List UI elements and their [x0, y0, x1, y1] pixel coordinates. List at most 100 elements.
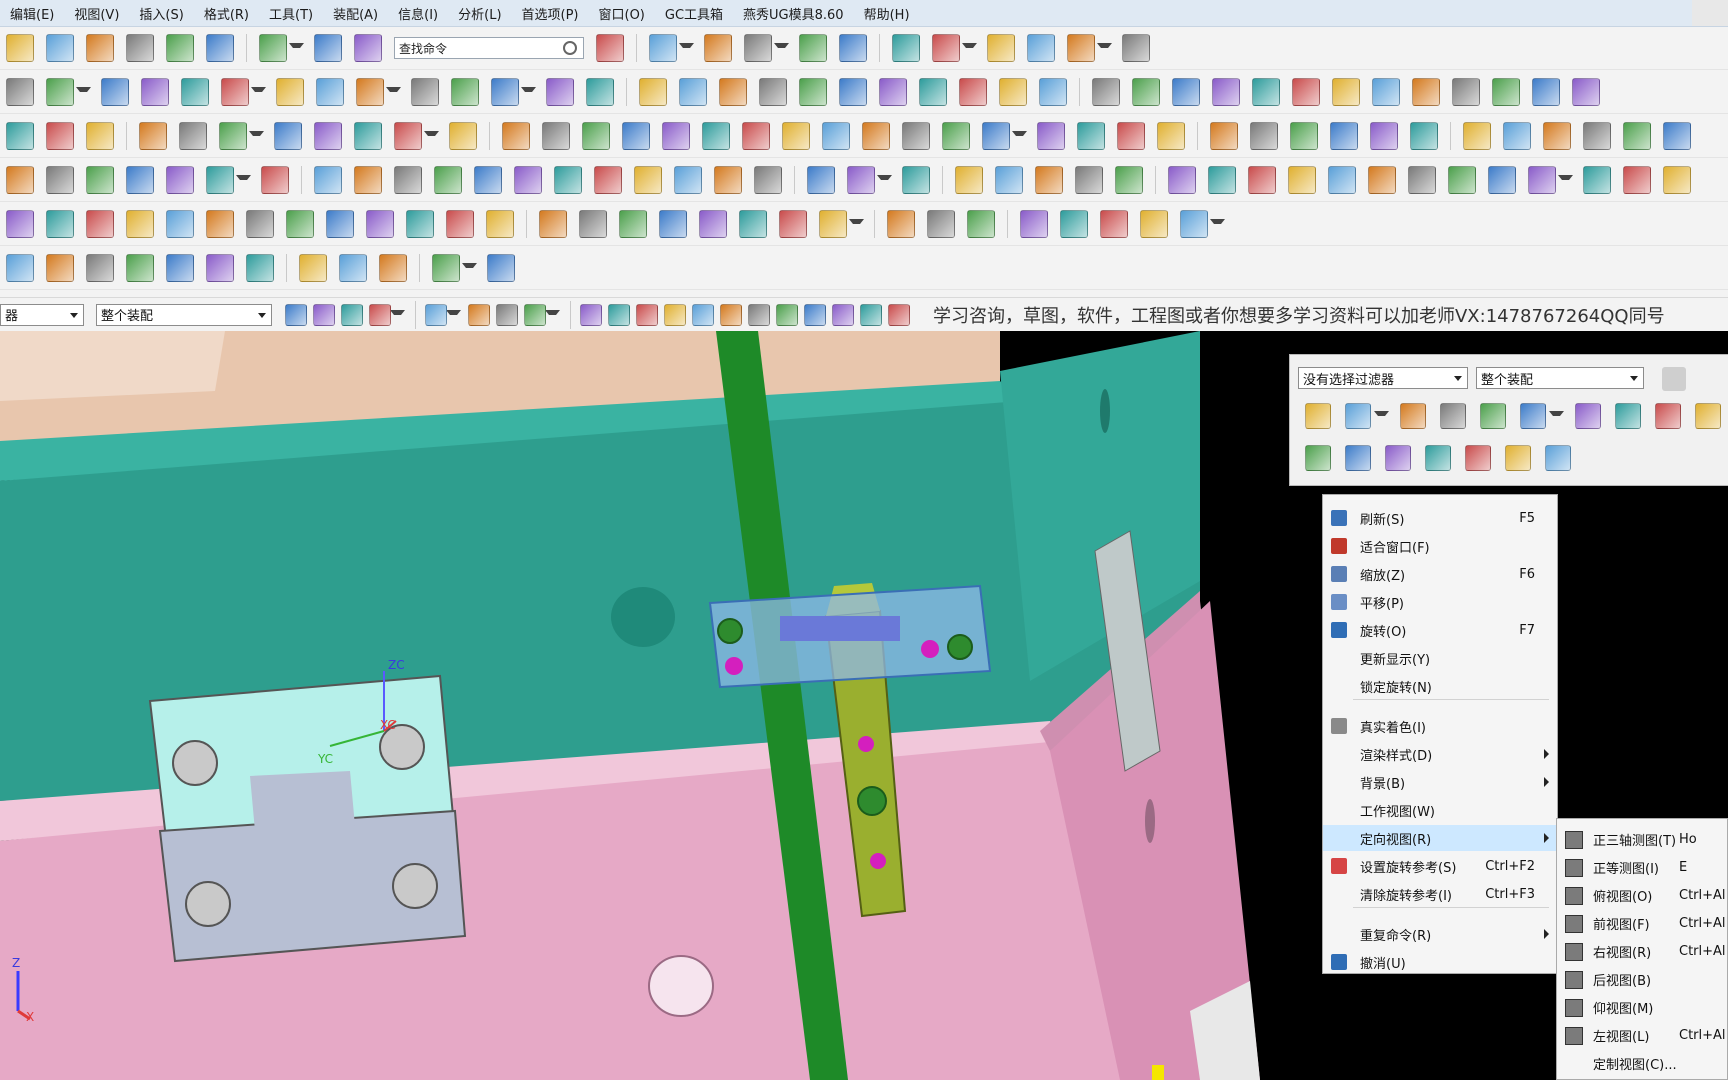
- toolbar-tool-icon[interactable]: [425, 303, 447, 326]
- toolbar-tool-icon[interactable]: [580, 303, 602, 326]
- toolbar-tool-icon[interactable]: [1140, 210, 1168, 238]
- toolbar-tool-icon[interactable]: [1210, 122, 1238, 150]
- toolbar-tool-icon[interactable]: [181, 78, 209, 106]
- toolbar-tool-icon[interactable]: [259, 34, 287, 62]
- menu-info[interactable]: 信息(I): [388, 4, 448, 23]
- toolbar-tool-icon[interactable]: [1505, 445, 1531, 471]
- context-menu-item[interactable]: 定向视图(R): [1323, 825, 1557, 851]
- toolbar-tool-icon[interactable]: [246, 210, 274, 238]
- context-menu-item[interactable]: 更新显示(Y): [1323, 645, 1557, 671]
- toolbar-tool-icon[interactable]: [1157, 122, 1185, 150]
- toolbar-tool-icon[interactable]: [1545, 445, 1571, 471]
- toolbar-tool-icon[interactable]: [46, 34, 74, 62]
- toolbar-tool-icon[interactable]: [1408, 166, 1436, 194]
- toolbar-tool-icon[interactable]: [1452, 78, 1480, 106]
- window-control[interactable]: [1692, 0, 1728, 26]
- toolbar-tool-icon[interactable]: [1305, 445, 1331, 471]
- toolbar-tool-icon[interactable]: [46, 254, 74, 282]
- toolbar-tool-icon[interactable]: [341, 303, 363, 326]
- context-menu-item[interactable]: 工作视图(W): [1323, 797, 1557, 823]
- toolbar-tool-icon[interactable]: [221, 78, 249, 106]
- toolbar-tool-icon[interactable]: [451, 78, 479, 106]
- toolbar-tool-icon[interactable]: [832, 303, 854, 326]
- toolbar-tool-icon[interactable]: [1370, 122, 1398, 150]
- toolbar-tool-icon[interactable]: [491, 78, 519, 106]
- toolbar-tool-icon[interactable]: [354, 166, 382, 194]
- context-menu-item[interactable]: 重复命令(R): [1323, 921, 1557, 947]
- menu-insert[interactable]: 插入(S): [129, 4, 193, 23]
- toolbar-tool-icon[interactable]: [1480, 403, 1506, 429]
- toolbar-tool-icon[interactable]: [692, 303, 714, 326]
- toolbar-tool-icon[interactable]: [6, 122, 34, 150]
- toolbar-tool-icon[interactable]: [1328, 166, 1356, 194]
- toolbar-tool-icon[interactable]: [1400, 403, 1426, 429]
- chevron-down-icon[interactable]: [249, 131, 264, 141]
- chevron-down-icon[interactable]: [390, 309, 405, 320]
- toolbar-tool-icon[interactable]: [1172, 78, 1200, 106]
- toolbar-tool-icon[interactable]: [1117, 122, 1145, 150]
- toolbar-tool-icon[interactable]: [1252, 78, 1280, 106]
- toolbar-tool-icon[interactable]: [354, 122, 382, 150]
- toolbar-tool-icon[interactable]: [406, 210, 434, 238]
- toolbar-tool-icon[interactable]: [1035, 166, 1063, 194]
- toolbar-tool-icon[interactable]: [967, 210, 995, 238]
- chevron-down-icon[interactable]: [1210, 219, 1225, 229]
- context-menu-item[interactable]: 锁定旋转(N): [1323, 673, 1557, 699]
- menu-view[interactable]: 视图(V): [64, 4, 129, 23]
- chevron-down-icon[interactable]: [1012, 131, 1027, 141]
- toolbar-tool-icon[interactable]: [1075, 166, 1103, 194]
- toolbar-tool-icon[interactable]: [314, 34, 342, 62]
- toolbar-tool-icon[interactable]: [799, 34, 827, 62]
- toolbar-tool-icon[interactable]: [1180, 210, 1208, 238]
- toolbar-tool-icon[interactable]: [892, 34, 920, 62]
- toolbar-tool-icon[interactable]: [1425, 445, 1451, 471]
- toolbar-tool-icon[interactable]: [955, 166, 983, 194]
- toolbar-tool-icon[interactable]: [474, 166, 502, 194]
- toolbar-tool-icon[interactable]: [959, 78, 987, 106]
- toolbar-tool-icon[interactable]: [714, 166, 742, 194]
- submenu-item[interactable]: 正等测图(I) E: [1557, 853, 1727, 881]
- toolbar-tool-icon[interactable]: [982, 122, 1010, 150]
- toolbar-tool-icon[interactable]: [582, 122, 610, 150]
- toolbar-tool-icon[interactable]: [1132, 78, 1160, 106]
- toolbar-tool-icon[interactable]: [927, 210, 955, 238]
- toolbar-tool-icon[interactable]: [326, 210, 354, 238]
- toolbar-tool-icon[interactable]: [888, 303, 910, 326]
- toolbar-tool-icon[interactable]: [1292, 78, 1320, 106]
- context-menu-item[interactable]: 刷新(S) F5: [1323, 505, 1557, 531]
- command-search-input[interactable]: 查找命令: [394, 37, 584, 59]
- assembly-filter-icon[interactable]: [1662, 367, 1686, 391]
- toolbar-tool-icon[interactable]: [139, 122, 167, 150]
- toolbar-tool-icon[interactable]: [246, 254, 274, 282]
- toolbar-tool-icon[interactable]: [1615, 403, 1641, 429]
- toolbar-tool-icon[interactable]: [468, 303, 490, 326]
- toolbar-tool-icon[interactable]: [86, 254, 114, 282]
- toolbar-tool-icon[interactable]: [719, 78, 747, 106]
- toolbar-tool-icon[interactable]: [379, 254, 407, 282]
- toolbar-tool-icon[interactable]: [434, 166, 462, 194]
- submenu-item[interactable]: 前视图(F) Ctrl+Al: [1557, 909, 1727, 937]
- toolbar-tool-icon[interactable]: [1039, 78, 1067, 106]
- toolbar-tool-icon[interactable]: [1077, 122, 1105, 150]
- chevron-down-icon[interactable]: [849, 219, 864, 229]
- chevron-down-icon[interactable]: [446, 309, 461, 320]
- toolbar-tool-icon[interactable]: [261, 166, 289, 194]
- toolbar-tool-icon[interactable]: [1528, 166, 1556, 194]
- context-menu-item[interactable]: 旋转(O) F7: [1323, 617, 1557, 643]
- submenu-item[interactable]: 左视图(L) Ctrl+Al: [1557, 1021, 1727, 1049]
- context-menu-item[interactable]: 撤消(U): [1323, 949, 1557, 975]
- toolbar-tool-icon[interactable]: [1060, 210, 1088, 238]
- toolbar-tool-icon[interactable]: [1092, 78, 1120, 106]
- toolbar-tool-icon[interactable]: [1330, 122, 1358, 150]
- toolbar-tool-icon[interactable]: [1412, 78, 1440, 106]
- menu-tools[interactable]: 工具(T): [259, 4, 323, 23]
- context-menu-item[interactable]: 背景(B): [1323, 769, 1557, 795]
- chevron-down-icon[interactable]: [877, 175, 892, 185]
- toolbar-tool-icon[interactable]: [206, 166, 234, 194]
- toolbar-tool-icon[interactable]: [1290, 122, 1318, 150]
- toolbar-tool-icon[interactable]: [1020, 210, 1048, 238]
- toolbar-tool-icon[interactable]: [394, 166, 422, 194]
- toolbar-tool-icon[interactable]: [1503, 122, 1531, 150]
- toolbar-tool-icon[interactable]: [987, 34, 1015, 62]
- toolbar-tool-icon[interactable]: [6, 210, 34, 238]
